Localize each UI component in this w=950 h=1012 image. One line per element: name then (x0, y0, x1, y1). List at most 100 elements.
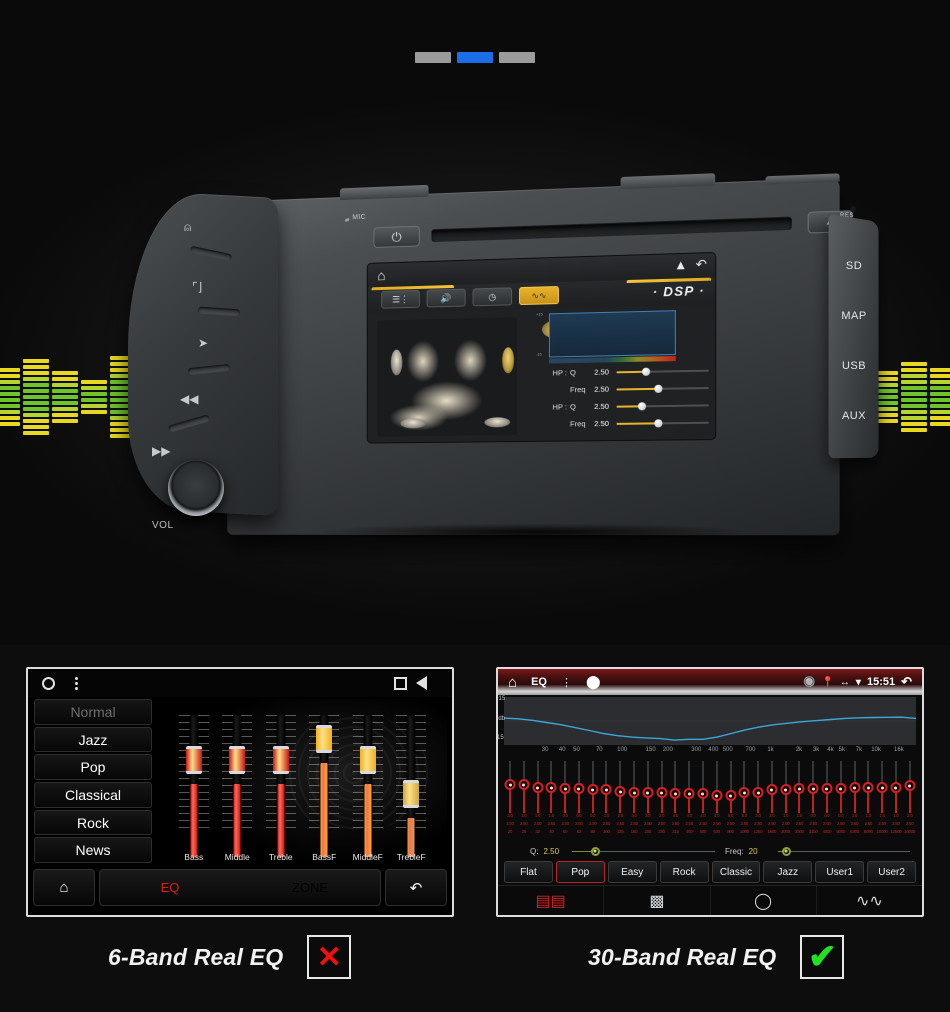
preset-jazz[interactable]: Jazz (34, 726, 152, 753)
band-slider[interactable] (711, 761, 723, 813)
speaker-front-left-icon[interactable] (390, 349, 403, 376)
band-slider[interactable] (752, 761, 764, 813)
band-knob[interactable] (614, 786, 626, 797)
dsp-control-track[interactable] (616, 418, 709, 427)
band-slider[interactable] (683, 761, 695, 813)
band-slider[interactable] (793, 761, 805, 813)
fader-treble[interactable]: Treble (264, 711, 298, 862)
fader-cap[interactable] (359, 746, 376, 774)
overflow-menu-icon[interactable] (75, 676, 78, 690)
tab-clock[interactable]: ◷ (472, 287, 513, 307)
preset-rock[interactable]: Rock (34, 809, 152, 836)
page-dot-1[interactable] (457, 52, 493, 63)
band-knob[interactable] (793, 783, 805, 794)
tab-speaker[interactable]: 🔊 (426, 288, 466, 308)
band-slider[interactable] (890, 761, 902, 813)
band-slider[interactable] (862, 761, 874, 813)
band-slider[interactable] (725, 761, 737, 813)
freq-slider-knob[interactable] (781, 846, 791, 856)
fader-bassf[interactable]: BassF (307, 711, 341, 862)
band-knob[interactable] (862, 782, 874, 793)
band-knob[interactable] (573, 783, 585, 794)
fader-cap[interactable] (403, 780, 420, 808)
band-slider[interactable] (628, 761, 640, 813)
band-knob[interactable] (669, 788, 681, 799)
band-knob[interactable] (711, 790, 723, 801)
band-slider[interactable] (904, 761, 916, 813)
dsp-control-track[interactable] (616, 401, 709, 410)
band-slider[interactable] (807, 761, 819, 813)
page-dot-2[interactable] (499, 52, 535, 63)
band-knob[interactable] (587, 784, 599, 795)
nav-waveform-icon[interactable]: ∿∿ (817, 886, 922, 915)
home-icon[interactable]: ⌂ (508, 674, 517, 691)
preset-normal[interactable]: Normal (34, 699, 152, 725)
band-slider[interactable] (532, 761, 544, 813)
freq-slider-track[interactable] (777, 846, 910, 856)
band-knob[interactable] (752, 787, 764, 798)
nav-levels-icon[interactable]: ▩ (604, 886, 711, 915)
band-slider[interactable] (766, 761, 778, 813)
prev-track-icon[interactable]: ◀◀ (180, 392, 198, 406)
nav-balance-circle-icon[interactable]: ◯ (711, 886, 817, 915)
head-unit-screen[interactable]: ⌂ ▲ ↶ ☰⋮ 🔊 ◷ ∿∿ · DSP · +15 -15 HP: Q 2… (366, 251, 717, 444)
fader-bass[interactable]: Bass (177, 711, 211, 862)
band-knob[interactable] (683, 788, 695, 799)
thirty-band-navbar[interactable]: ▤▤ ▩ ◯ ∿∿ (498, 885, 922, 915)
band-slider[interactable] (697, 761, 709, 813)
fader-cap[interactable] (316, 725, 333, 753)
square-icon[interactable] (394, 676, 407, 690)
band-knob[interactable] (890, 782, 902, 793)
band-knob[interactable] (600, 784, 612, 795)
band-slider[interactable] (821, 761, 833, 813)
next-track-icon[interactable]: ▶▶ (152, 444, 170, 458)
back-icon[interactable]: ↶ (696, 256, 707, 273)
page-indicator[interactable] (0, 52, 950, 63)
freq-control[interactable]: Freq: 20 (725, 846, 922, 856)
dsp-control-knob[interactable] (641, 367, 650, 376)
band-slider[interactable] (849, 761, 861, 813)
fader-cap[interactable] (185, 746, 202, 774)
q-slider-track[interactable] (572, 846, 715, 856)
band-knob[interactable] (559, 783, 571, 794)
band-knob[interactable] (849, 782, 861, 793)
zone-tab[interactable]: ZONE (240, 880, 380, 895)
preset-user2[interactable]: User2 (867, 861, 916, 883)
band-knob[interactable] (518, 779, 530, 790)
band-knob[interactable] (780, 784, 792, 795)
tab-waveform[interactable]: ∿∿ (519, 285, 559, 306)
band-knob[interactable] (642, 787, 654, 798)
dsp-control-row[interactable]: HP : Q 2.50 (536, 396, 709, 416)
band-slider[interactable] (738, 761, 750, 813)
eq-tab[interactable]: EQ (100, 880, 240, 895)
home-icon[interactable]: ⌂ (377, 267, 385, 283)
band-knob[interactable] (766, 784, 778, 795)
fader-middle[interactable]: Middle (220, 711, 254, 862)
fader-treblef[interactable]: TrebleF (394, 711, 428, 862)
speaker-rear-right-icon[interactable] (484, 417, 511, 428)
band-knob[interactable] (628, 787, 640, 798)
thirty-band-preset-row[interactable]: Flat Pop Easy Rock Classic Jazz User1 User2 (504, 861, 916, 883)
back-arrow-icon[interactable]: ↶ (901, 674, 912, 690)
fader-cap[interactable] (229, 746, 246, 774)
navigate-icon[interactable]: ➤ (198, 336, 208, 350)
preset-user1[interactable]: User1 (815, 861, 865, 883)
preset-pop[interactable]: Pop (555, 861, 605, 883)
six-band-eq-screenshot[interactable]: Normal Jazz Pop Classical Rock News Bass Middl… (26, 667, 454, 917)
band-slider[interactable] (835, 761, 847, 813)
reset-button[interactable] (850, 206, 856, 212)
eject-icon[interactable]: ▲ (674, 257, 687, 274)
home-button[interactable]: ⌂ (33, 869, 95, 906)
dsp-control-knob[interactable] (654, 418, 663, 427)
speaker-rear-left-icon[interactable] (400, 418, 426, 429)
band-knob[interactable] (697, 788, 709, 799)
band-slider[interactable] (780, 761, 792, 813)
q-control[interactable]: Q: 2.50 (530, 846, 715, 856)
band-slider[interactable] (614, 761, 626, 813)
band-knob[interactable] (656, 787, 668, 798)
band-slider[interactable] (669, 761, 681, 813)
dsp-control-track[interactable] (616, 367, 709, 376)
circle-icon[interactable] (42, 676, 55, 690)
preset-classical[interactable]: Classical (34, 782, 152, 808)
band-slider[interactable] (573, 761, 585, 813)
